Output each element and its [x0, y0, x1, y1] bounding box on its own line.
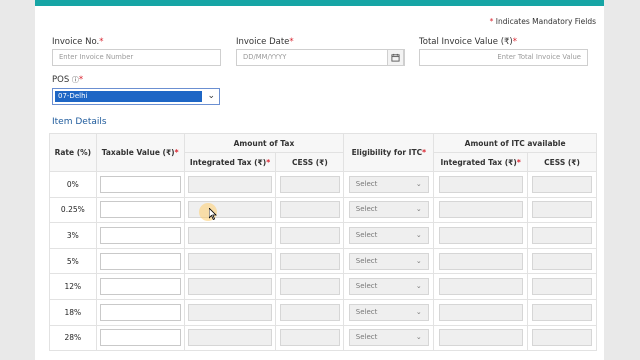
chevron-down-icon: ⌄ [415, 333, 422, 342]
eligibility-select[interactable]: Select ⌄ [348, 252, 429, 270]
eligibility-select[interactable]: Select ⌄ [348, 201, 429, 219]
eligibility-select[interactable]: Select ⌄ [348, 329, 429, 347]
itc-cess-field [532, 252, 593, 270]
rate-cell: 3% [49, 222, 97, 249]
info-icon[interactable]: ⓘ [72, 76, 79, 84]
invoice-date-label: Invoice Date* [236, 37, 294, 47]
calendar-icon[interactable] [387, 49, 404, 66]
form-card: * Indicates Mandatory Fields Invoice No.… [35, 0, 604, 360]
pos-label: POS ⓘ* [52, 75, 84, 85]
itc-integrated-tax-field [438, 201, 523, 219]
itc-integrated-tax-field [438, 252, 523, 270]
cess-field [279, 303, 340, 321]
eligibility-select[interactable]: Select ⌄ [348, 303, 429, 321]
taxable-value-input[interactable] [99, 201, 181, 219]
taxable-value-input[interactable] [99, 278, 181, 296]
cess-field [279, 278, 340, 296]
integrated-tax-field [188, 303, 273, 321]
table-row: 3% Select ⌄ [49, 222, 597, 249]
itc-cess-field [532, 329, 593, 347]
rate-cell: 18% [49, 298, 97, 326]
chevron-down-icon: ⌄ [415, 282, 422, 291]
eligibility-select[interactable]: Select ⌄ [348, 278, 429, 296]
chevron-down-icon: ⌄ [415, 307, 422, 316]
top-accent-bar [35, 0, 604, 6]
cess-field [279, 329, 340, 347]
itc-integrated-tax-header: Integrated Tax (₹)* [433, 152, 529, 172]
item-details-title: Item Details [52, 117, 107, 127]
table-row: 28% Select ⌄ [49, 324, 597, 352]
table-row: 0% Select ⌄ [49, 171, 597, 198]
integrated-tax-field [188, 175, 273, 193]
itc-integrated-tax-field [438, 278, 523, 296]
itc-cess-header: CESS (₹) [527, 152, 597, 172]
rate-cell: 12% [49, 273, 97, 300]
itc-integrated-tax-field [438, 226, 523, 244]
total-invoice-value-label: Total Invoice Value (₹)* [419, 37, 517, 47]
integrated-tax-field [188, 278, 273, 296]
chevron-down-icon: ⌄ [415, 179, 422, 188]
table-row: 12% Select ⌄ [49, 273, 597, 300]
taxable-value-input[interactable] [99, 252, 181, 270]
cess-field [279, 201, 340, 219]
amount-itc-header: Amount of ITC available [433, 133, 597, 153]
pos-select[interactable]: 07-Delhi ⌄ [52, 88, 220, 105]
itc-cess-field [532, 278, 593, 296]
taxable-value-header: Taxable Value (₹)* [95, 133, 185, 172]
eligibility-itc-header: Eligibility for ITC* [343, 133, 435, 172]
invoice-date-input[interactable]: DD/MM/YYYY [236, 49, 405, 66]
rate-header: Rate (%) [49, 133, 97, 172]
integrated-tax-header: Integrated Tax (₹)* [183, 152, 277, 172]
chevron-down-icon: ⌄ [415, 230, 422, 239]
pos-selected-value: 07-Delhi [55, 91, 202, 102]
cess-field [279, 226, 340, 244]
integrated-tax-field [188, 226, 273, 244]
total-invoice-value-input[interactable]: Enter Total Invoice Value [419, 49, 588, 66]
taxable-value-input[interactable] [99, 175, 181, 193]
rate-cell: 0% [49, 171, 97, 198]
rate-cell: 28% [49, 324, 97, 352]
invoice-no-label: Invoice No.* [52, 37, 104, 47]
table-row: 18% Select ⌄ [49, 298, 597, 326]
itc-integrated-tax-field [438, 329, 523, 347]
eligibility-select[interactable]: Select ⌄ [348, 226, 429, 244]
taxable-value-input[interactable] [99, 329, 181, 347]
mandatory-note: * Indicates Mandatory Fields [489, 17, 596, 26]
item-details-table: Rate (%) Taxable Value (₹)* Amount of Ta… [49, 133, 597, 352]
integrated-tax-field [188, 329, 273, 347]
itc-cess-field [532, 303, 593, 321]
invoice-no-input[interactable]: Enter Invoice Number [52, 49, 221, 66]
itc-cess-field [532, 201, 593, 219]
chevron-down-icon: ⌄ [207, 91, 215, 101]
cess-field [279, 252, 340, 270]
rate-cell: 0.25% [49, 196, 97, 224]
cess-header: CESS (₹) [275, 152, 345, 172]
chevron-down-icon: ⌄ [415, 256, 422, 265]
table-row: 0.25% Select ⌄ [49, 196, 597, 224]
taxable-value-input[interactable] [99, 303, 181, 321]
table-row: 5% Select ⌄ [49, 247, 597, 275]
eligibility-select[interactable]: Select ⌄ [348, 175, 429, 193]
mouse-cursor-icon [209, 208, 217, 220]
itc-cess-field [532, 175, 593, 193]
chevron-down-icon: ⌄ [415, 205, 422, 214]
cess-field [279, 175, 340, 193]
taxable-value-input[interactable] [99, 226, 181, 244]
rate-cell: 5% [49, 247, 97, 275]
itc-integrated-tax-field [438, 303, 523, 321]
itc-cess-field [532, 226, 593, 244]
amount-of-tax-header: Amount of Tax [183, 133, 345, 153]
integrated-tax-field [188, 252, 273, 270]
itc-integrated-tax-field [438, 175, 523, 193]
